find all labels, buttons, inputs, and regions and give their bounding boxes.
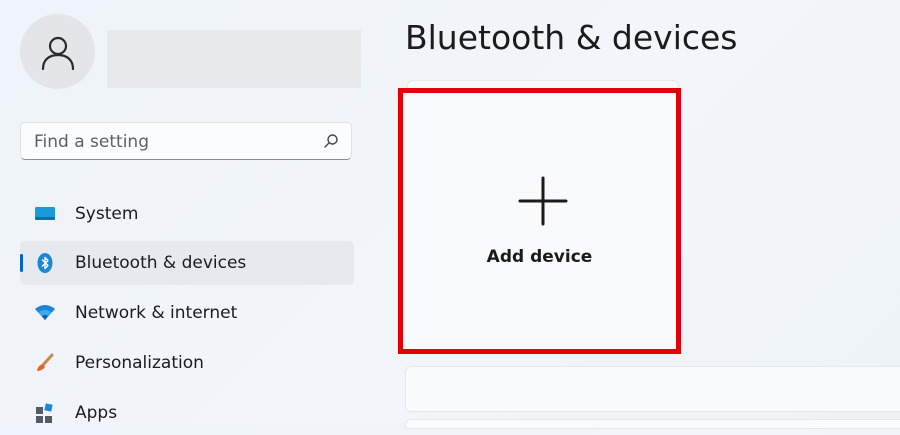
sidebar: Find a setting System Bluetooth & device… (0, 0, 380, 424)
active-indicator (20, 254, 23, 272)
plus-icon (518, 176, 568, 226)
search-icon[interactable] (323, 133, 339, 149)
add-device-label: Add device (486, 247, 593, 267)
sidebar-item-label: System (75, 204, 139, 224)
sidebar-item-personalization[interactable]: Personalization (20, 341, 354, 385)
bluetooth-icon (37, 253, 53, 273)
sidebar-item-bluetooth-devices[interactable]: Bluetooth & devices (20, 241, 354, 285)
settings-card[interactable] (405, 366, 900, 412)
user-account-placeholder (107, 30, 361, 88)
search-placeholder: Find a setting (34, 132, 149, 152)
page-title: Bluetooth & devices (405, 18, 738, 57)
add-device-button[interactable]: Add device (398, 88, 681, 354)
sidebar-item-system[interactable]: System (20, 192, 354, 236)
user-avatar[interactable] (20, 14, 95, 89)
sidebar-item-label: Network & internet (75, 303, 238, 323)
sidebar-item-label: Apps (75, 403, 118, 423)
monitor-icon (35, 207, 55, 220)
settings-card-edge[interactable] (405, 419, 900, 429)
search-input[interactable]: Find a setting (20, 122, 352, 160)
sidebar-item-label: Bluetooth & devices (75, 253, 247, 273)
apps-icon (36, 403, 53, 423)
sidebar-item-label: Personalization (75, 353, 204, 373)
wifi-icon (35, 305, 55, 320)
person-icon (41, 36, 74, 70)
sidebar-item-network-internet[interactable]: Network & internet (20, 291, 354, 335)
sidebar-item-apps[interactable]: Apps (20, 391, 354, 435)
paintbrush-icon (37, 353, 54, 371)
